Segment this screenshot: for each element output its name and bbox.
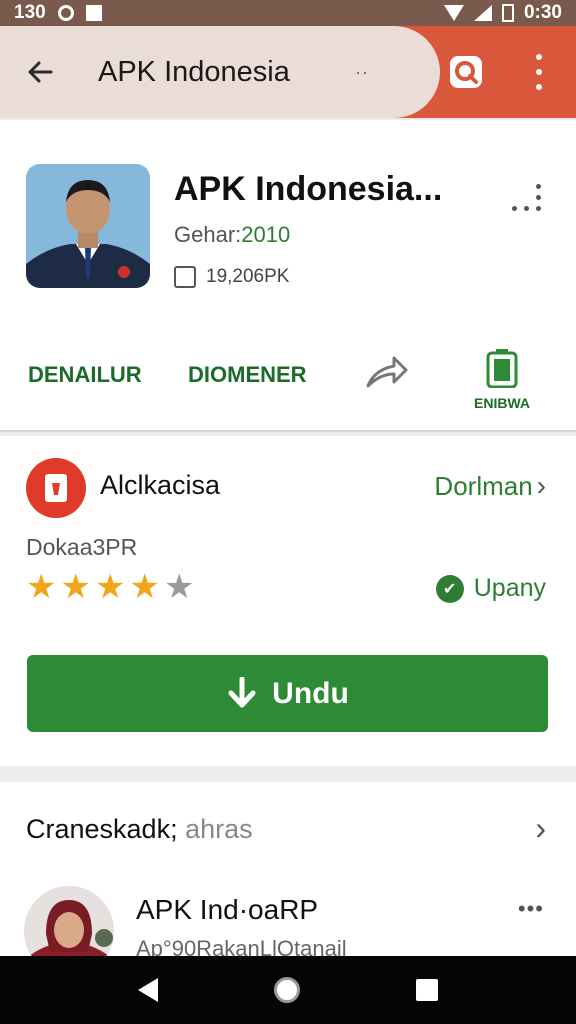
title-pill: APK Indonesia [0,26,440,118]
nav-back-icon[interactable] [138,978,158,1002]
dot-icon [536,84,542,90]
verified-label: Upany [473,574,546,602]
share-button[interactable] [364,352,410,390]
verified-badge: ✔ Upany [435,574,546,603]
section-subtitle: ahras [185,814,253,844]
section-title-text: Craneskadk; [26,814,178,844]
app-header-card: APK Indonesia... Gehar:2010 19,206PK DEN… [0,120,576,432]
more-horiz-button[interactable]: ••• [518,896,544,922]
overflow-menu-button[interactable] [526,54,552,90]
related-section: Craneskadk; ahras › APK Ind·oaRP Ap°90Ra… [0,782,576,976]
dot-icon [512,206,517,211]
battery-icon [501,4,514,22]
app-icon [26,164,150,288]
install-label: Undu [272,676,349,710]
download-count: Dokaa3PR [26,534,138,560]
dimension-button[interactable]: DIOMENER [188,362,307,388]
battery-icon [486,349,518,389]
wifi-icon [443,5,464,21]
notification-icon [85,5,102,21]
developer-info: Gehar:2010 [174,222,290,248]
chevron-right-icon: › [536,470,546,501]
star-filled-icon: ★ [26,568,57,606]
signal-icon [473,5,492,21]
nav-home-icon[interactable] [274,977,300,1003]
category-name: Alclkacisa [100,470,221,500]
rating-stars: ★ ★ ★ ★ ★ [26,570,194,604]
category-icon [26,458,86,518]
detail-button[interactable]: DENAILUR [28,362,142,388]
developer-label: Gehar: [174,222,242,247]
star-filled-icon: ★ [129,568,160,606]
star-empty-icon: ★ [163,568,195,606]
download-arrow-icon [228,676,256,707]
person-photo-icon [26,164,150,288]
search-button[interactable] [448,54,484,90]
category-link[interactable]: Dorlman › [434,470,546,502]
document-icon [45,474,67,502]
battery-label: ENIBWA [474,395,530,411]
dot-icon [536,69,542,75]
dot-icon [524,206,529,211]
back-button[interactable] [0,26,80,118]
section-title: Craneskadk; ahras [26,814,253,845]
share-arrow-icon [366,356,408,388]
dot-icon [536,195,541,200]
section-more-button[interactable]: › [535,810,546,847]
app-more-button[interactable] [512,184,542,214]
star-filled-icon: ★ [94,568,126,606]
star-filled-icon: ★ [60,568,91,606]
title-overflow-dots: ·· [355,62,369,82]
app-title: APK Indonesia... [174,170,443,208]
status-time: 130 [14,2,46,23]
dot-icon [536,206,541,211]
install-button[interactable]: Undu [27,655,548,732]
search-icon [450,56,482,88]
person-name: APK Ind·oaRP [136,894,319,925]
app-bar: APK Indonesia ·· [0,26,576,118]
system-nav-bar [0,956,576,1024]
app-size: 19,206PK [206,266,290,287]
category-link-label: Dorlman [434,470,533,501]
install-card: Alclkacisa Dorlman › Dokaa3PR ★ ★ ★ ★ ★ ✔ Up… [0,436,576,766]
dot-icon [536,54,542,60]
status-clock: 0:30 [523,2,562,23]
status-bar: 130 0:30 [0,0,576,26]
size-row: 19,206PK [174,266,289,288]
checkbox-icon [174,266,196,288]
nav-recents-icon[interactable] [416,979,438,1001]
arrow-left-icon [28,61,53,83]
dot-icon [536,184,541,189]
check-circle-icon: ✔ [435,574,464,603]
developer-value: 2010 [241,222,291,247]
sync-icon [57,5,74,21]
battery-action-button[interactable]: ENIBWA [470,348,534,412]
app-bar-title: APK Indonesia [98,55,290,88]
